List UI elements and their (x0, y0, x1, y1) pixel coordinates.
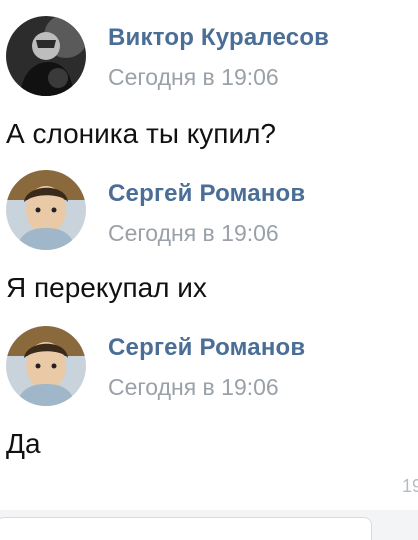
message-text: Да (6, 428, 41, 459)
avatar[interactable] (6, 326, 86, 406)
message-feed: Виктор Куралесов Сегодня в 19:06 А слони… (0, 0, 418, 540)
message-input[interactable] (0, 517, 372, 540)
message-item: Сергей Романов Сегодня в 19:06 Да (0, 0, 418, 480)
message-time: Сегодня в 19:06 (108, 374, 279, 400)
avatar-photo (6, 326, 86, 406)
partial-timestamp: 19 (402, 476, 418, 496)
author-name[interactable]: Сергей Романов (108, 334, 305, 362)
